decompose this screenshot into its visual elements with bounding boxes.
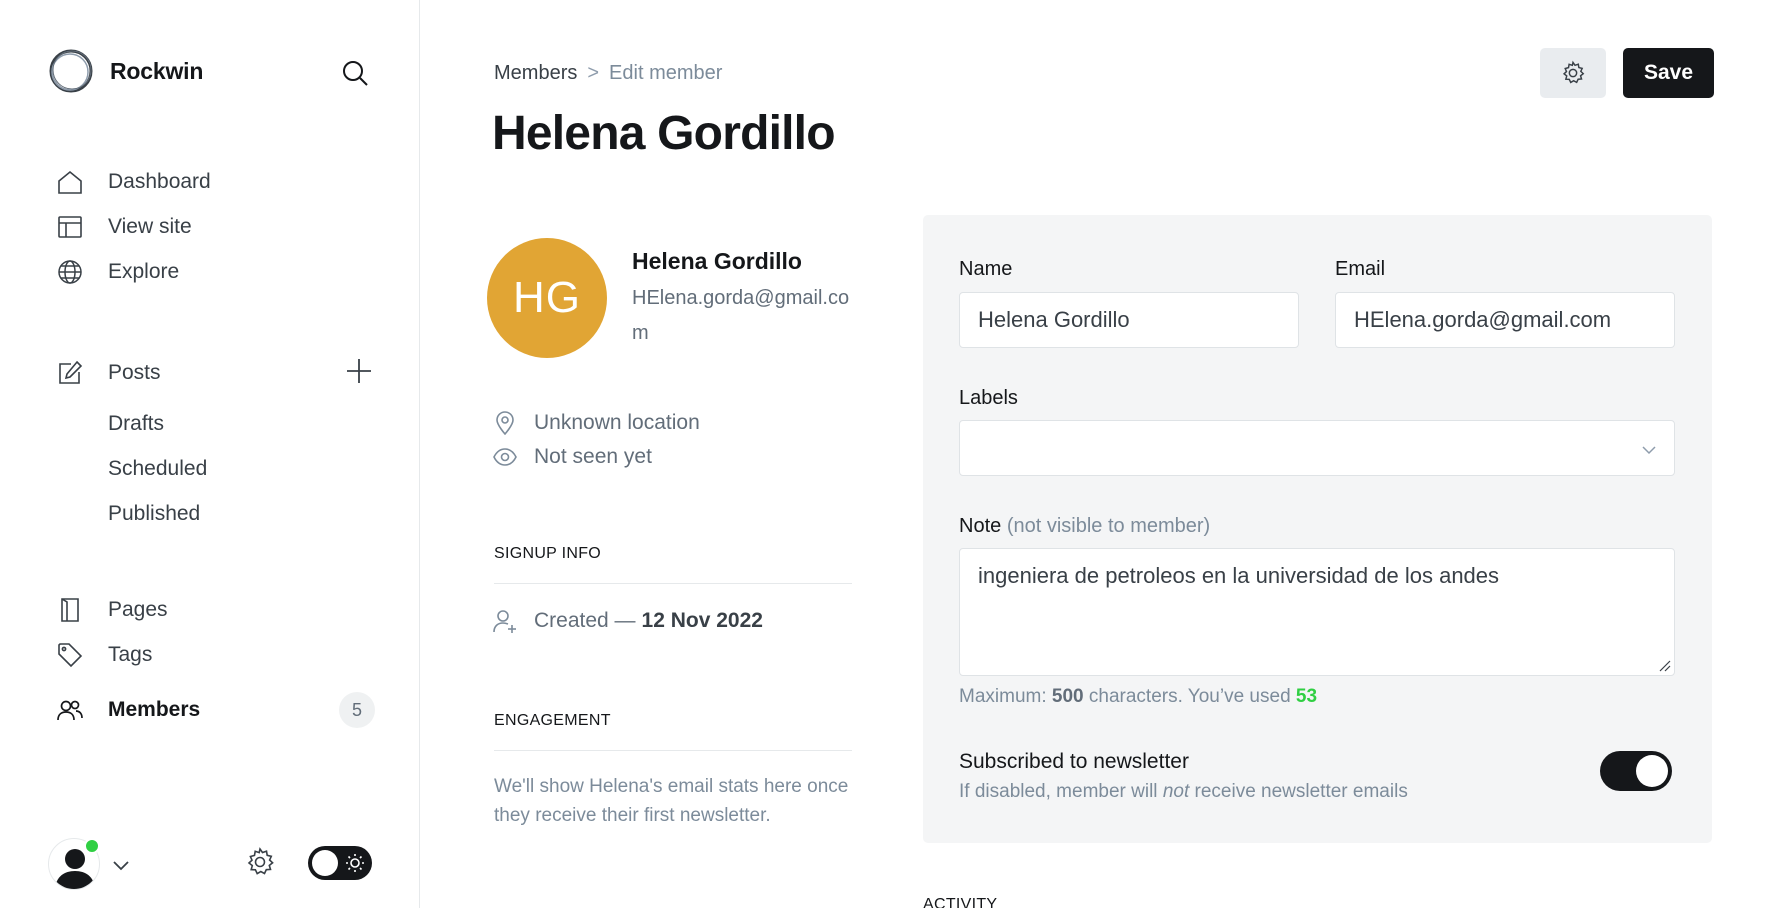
breadcrumb: Members > Edit member bbox=[494, 62, 722, 85]
name-field[interactable]: Helena Gordillo bbox=[959, 292, 1299, 348]
gear-icon[interactable] bbox=[244, 846, 276, 878]
member-last-seen-text: Not seen yet bbox=[534, 445, 652, 468]
counter-prefix: Maximum: bbox=[959, 686, 1047, 707]
newsletter-hint-a: If disabled, member will bbox=[959, 781, 1158, 802]
online-status-dot bbox=[84, 838, 100, 854]
add-post-button[interactable] bbox=[344, 356, 374, 386]
newsletter-hint: If disabled, member will not receive new… bbox=[959, 781, 1408, 803]
chevron-down-icon bbox=[1642, 446, 1656, 455]
breadcrumb-separator: > bbox=[587, 62, 600, 84]
engagement-text: We'll show Helena's email stats here onc… bbox=[494, 776, 849, 826]
brand-name: Rockwin bbox=[110, 57, 204, 84]
location-icon bbox=[492, 410, 518, 436]
resize-grip-icon[interactable] bbox=[1657, 658, 1671, 672]
newsletter-toggle[interactable] bbox=[1600, 751, 1672, 791]
note-label-hint: (not visible to member) bbox=[1006, 515, 1211, 537]
newsletter-hint-b: receive newsletter emails bbox=[1194, 781, 1408, 802]
sidebar-item-pages[interactable]: Pages bbox=[56, 593, 168, 627]
sidebar-item-label: Pages bbox=[108, 598, 168, 621]
breadcrumb-members-link[interactable]: Members bbox=[494, 62, 577, 85]
sidebar-item-dashboard[interactable]: Dashboard bbox=[56, 165, 211, 199]
engagement-heading: ENGAGEMENT bbox=[494, 712, 611, 729]
sidebar-item-explore[interactable]: Explore bbox=[56, 255, 179, 289]
theme-toggle[interactable] bbox=[308, 846, 372, 880]
labels-select[interactable] bbox=[959, 420, 1675, 476]
page-title: Helena Gordillo bbox=[492, 107, 836, 160]
email-label: Email bbox=[1335, 258, 1386, 280]
sun-icon bbox=[346, 854, 364, 872]
edit-icon bbox=[56, 359, 84, 387]
sidebar-item-posts[interactable]: Posts bbox=[56, 356, 161, 390]
save-button[interactable]: Save bbox=[1623, 48, 1714, 98]
sidebar-item-label: Members bbox=[108, 698, 201, 721]
member-last-seen: Not seen yet bbox=[492, 444, 652, 470]
divider bbox=[494, 583, 852, 584]
member-name: Helena Gordillo bbox=[632, 248, 802, 274]
note-label-text: Note bbox=[959, 515, 1002, 537]
note-textarea-value: ingeniera de petroleos en la universidad… bbox=[978, 563, 1500, 588]
member-avatar: HG bbox=[487, 238, 607, 358]
note-textarea[interactable]: ingeniera de petroleos en la universidad… bbox=[959, 548, 1675, 676]
brand[interactable]: Rockwin bbox=[48, 48, 203, 94]
search-icon[interactable] bbox=[338, 56, 372, 90]
sidebar-item-label: Tags bbox=[108, 643, 153, 666]
eye-icon bbox=[492, 444, 518, 470]
sidebar-item-label: Dashboard bbox=[108, 170, 211, 193]
member-created: Created — 12 Nov 2022 bbox=[492, 608, 763, 634]
breadcrumb-current: Edit member bbox=[609, 62, 723, 84]
member-location-text: Unknown location bbox=[534, 411, 700, 434]
members-count-badge: 5 bbox=[339, 692, 375, 728]
signup-info-heading: SIGNUP INFO bbox=[494, 545, 602, 562]
sidebar-item-members[interactable]: Members bbox=[56, 693, 200, 727]
member-settings-button[interactable] bbox=[1540, 48, 1606, 98]
counter-max: 500 bbox=[1051, 686, 1084, 707]
note-label: Note (not visible to member) bbox=[959, 515, 1210, 538]
newsletter-toggle-knob bbox=[1636, 755, 1668, 787]
member-email: HElena.gorda@gmail.com bbox=[632, 287, 850, 344]
sidebar-item-drafts[interactable]: Drafts bbox=[108, 407, 164, 441]
tag-icon bbox=[56, 641, 84, 669]
labels-label: Labels bbox=[959, 387, 1018, 409]
user-add-icon bbox=[493, 610, 516, 633]
sidebar-item-label: View site bbox=[108, 215, 192, 238]
brand-logo bbox=[49, 49, 93, 93]
divider bbox=[494, 750, 852, 751]
plus-icon bbox=[347, 359, 371, 383]
newsletter-title: Subscribed to newsletter bbox=[959, 750, 1189, 773]
sidebar-item-view-site[interactable]: View site bbox=[56, 210, 192, 244]
gear-icon bbox=[1562, 60, 1585, 84]
member-created-label: Created — bbox=[534, 609, 636, 632]
member-location: Unknown location bbox=[492, 410, 700, 436]
sidebar-item-label: Posts bbox=[108, 361, 161, 384]
sidebar: Rockwin Dashboard View site Explore Post… bbox=[0, 0, 420, 908]
email-field[interactable]: HElena.gorda@gmail.com bbox=[1335, 292, 1675, 348]
globe-icon bbox=[56, 258, 84, 286]
counter-mid: characters. You’ve used bbox=[1088, 686, 1291, 707]
members-icon bbox=[56, 696, 84, 724]
sidebar-item-tags[interactable]: Tags bbox=[56, 638, 152, 672]
newsletter-hint-em: not bbox=[1162, 781, 1190, 802]
member-created-date: 12 Nov 2022 bbox=[641, 609, 763, 632]
page-icon bbox=[56, 596, 84, 624]
layout-icon bbox=[56, 213, 84, 241]
note-character-counter: Maximum: 500 characters. You’ve used 53 bbox=[959, 686, 1317, 708]
counter-used: 53 bbox=[1295, 686, 1318, 707]
sidebar-item-label: Explore bbox=[108, 260, 180, 283]
sidebar-item-published[interactable]: Published bbox=[108, 497, 200, 531]
activity-heading: ACTIVITY bbox=[923, 896, 998, 908]
home-icon bbox=[56, 168, 84, 196]
sidebar-item-scheduled[interactable]: Scheduled bbox=[108, 452, 207, 486]
theme-toggle-knob bbox=[312, 850, 338, 876]
chevron-down-icon[interactable] bbox=[110, 854, 132, 876]
name-label: Name bbox=[959, 258, 1013, 280]
